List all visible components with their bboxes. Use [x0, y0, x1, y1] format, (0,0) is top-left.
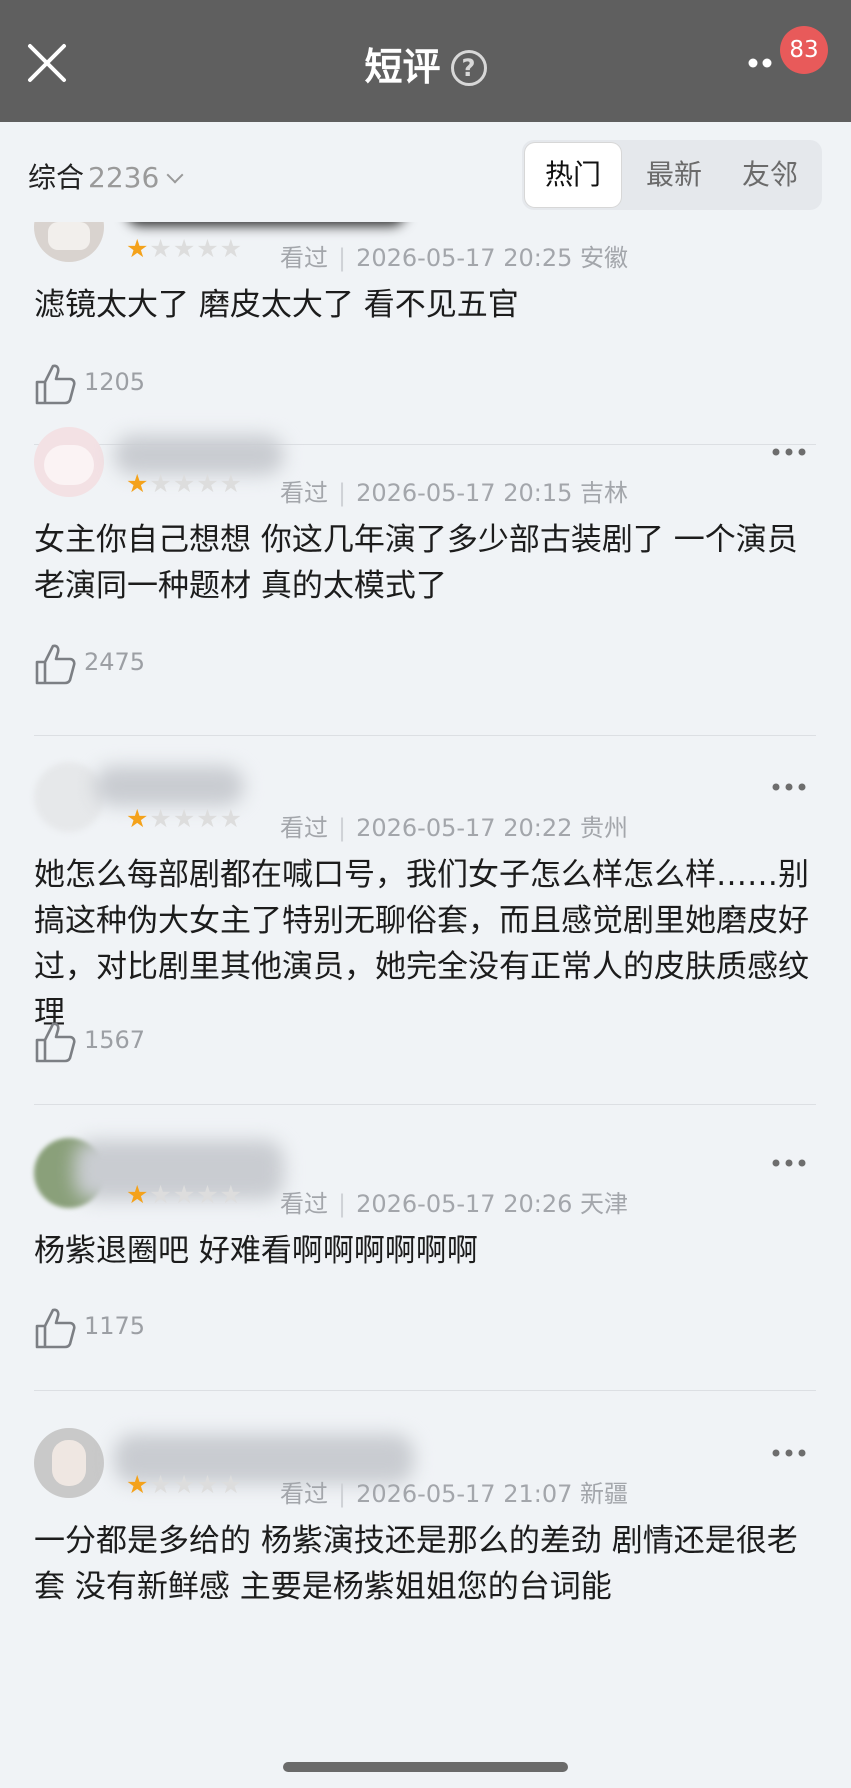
watch-status: 看过 — [280, 1480, 328, 1508]
review-meta: 看过 | 2026-05-17 20:26 天津 — [280, 1190, 629, 1218]
avatar[interactable] — [34, 1428, 104, 1498]
review-datetime: 2026-05-17 20:15 — [356, 479, 573, 507]
more-icon[interactable] — [748, 56, 782, 70]
review-datetime: 2026-05-17 20:26 — [356, 1190, 573, 1218]
review-text: 滤镜太大了 磨皮太大了 看不见五官 — [34, 287, 519, 323]
more-icon[interactable] — [772, 447, 806, 457]
review-text: 女主你自己想想 你这几年演了多少部古装剧了 一个演员老演同一种题材 真的太模式了 — [34, 522, 798, 604]
review-datetime: 2026-05-17 20:22 — [356, 814, 573, 842]
chevron-down-icon — [166, 166, 184, 184]
sort-label: 综合 — [28, 161, 85, 194]
review-meta: 看过 | 2026-05-17 20:22 贵州 — [280, 814, 629, 842]
tab-latest[interactable]: 最新 — [626, 140, 722, 210]
review-meta: 看过 | 2026-05-17 20:25 安徽 — [280, 244, 629, 272]
avatar[interactable] — [34, 427, 104, 497]
sort-tabs: 热门 最新 友邻 — [522, 140, 822, 210]
watch-status: 看过 — [280, 479, 328, 507]
thumbs-up-icon — [35, 364, 76, 405]
help-icon[interactable]: ? — [450, 50, 487, 86]
like-count: 2475 — [84, 648, 146, 676]
home-indicator — [283, 1762, 568, 1772]
star-rating: ★★★★★ — [126, 804, 244, 833]
like-count: 1175 — [84, 1312, 146, 1340]
thumbs-up-icon — [35, 1022, 76, 1063]
filter-bar: 综合 2236 热门 最新 友邻 — [0, 122, 851, 222]
watch-status: 看过 — [280, 814, 328, 842]
top-bar: 短评? 83 — [0, 0, 851, 122]
thumbs-up-icon — [35, 1308, 76, 1349]
page-title-text: 短评 — [364, 45, 441, 89]
more-icon[interactable] — [772, 1448, 806, 1458]
tab-hot[interactable]: 热门 — [525, 143, 621, 207]
notification-badge[interactable]: 83 — [780, 26, 828, 74]
star-rating: ★★★★★ — [126, 234, 244, 263]
divider — [34, 1390, 816, 1391]
username[interactable] — [94, 766, 244, 806]
tab-friends[interactable]: 友邻 — [722, 140, 818, 210]
divider — [34, 735, 816, 736]
review-text: 杨紫退圈吧 好难看啊啊啊啊啊啊 — [34, 1233, 478, 1269]
watch-status: 看过 — [280, 244, 328, 272]
avatar[interactable] — [34, 222, 104, 262]
review-count: 2236 — [88, 161, 160, 194]
page-title: 短评? — [0, 44, 851, 90]
more-icon[interactable] — [772, 1158, 806, 1168]
sort-dropdown[interactable]: 综合 2236 — [28, 156, 184, 196]
review-region: 贵州 — [580, 814, 629, 842]
watch-status: 看过 — [280, 1190, 328, 1218]
review-region: 吉林 — [580, 479, 629, 507]
username[interactable] — [126, 222, 406, 226]
thumbs-up-icon — [35, 644, 76, 685]
review-datetime: 2026-05-17 20:25 — [356, 244, 573, 272]
review-meta: 看过 | 2026-05-17 21:07 新疆 — [280, 1480, 629, 1508]
like-count: 1567 — [84, 1026, 146, 1054]
star-rating: ★★★★★ — [126, 469, 244, 498]
review-list: ★★★★★ 看过 | 2026-05-17 20:25 安徽 滤镜太大了 磨皮太大了… — [0, 222, 851, 1788]
review-text: 她怎么每部剧都在喊口号，我们女子怎么样怎么样……别搞这种伪大女主了特别无聊俗套，… — [34, 857, 809, 1031]
like-count: 1205 — [84, 368, 146, 396]
more-icon[interactable] — [772, 782, 806, 792]
review-region: 新疆 — [580, 1480, 629, 1508]
review-datetime: 2026-05-17 21:07 — [356, 1480, 573, 1508]
review-region: 安徽 — [580, 244, 629, 272]
review-meta: 看过 | 2026-05-17 20:15 吉林 — [280, 479, 629, 507]
avatar[interactable] — [34, 762, 104, 832]
review-region: 天津 — [580, 1190, 629, 1218]
star-rating: ★★★★★ — [126, 1470, 244, 1499]
divider — [34, 1104, 816, 1105]
star-rating: ★★★★★ — [126, 1180, 244, 1209]
review-text: 一分都是多给的 杨紫演技还是那么的差劲 剧情还是很老套 没有新鲜感 主要是杨紫姐… — [34, 1523, 798, 1605]
